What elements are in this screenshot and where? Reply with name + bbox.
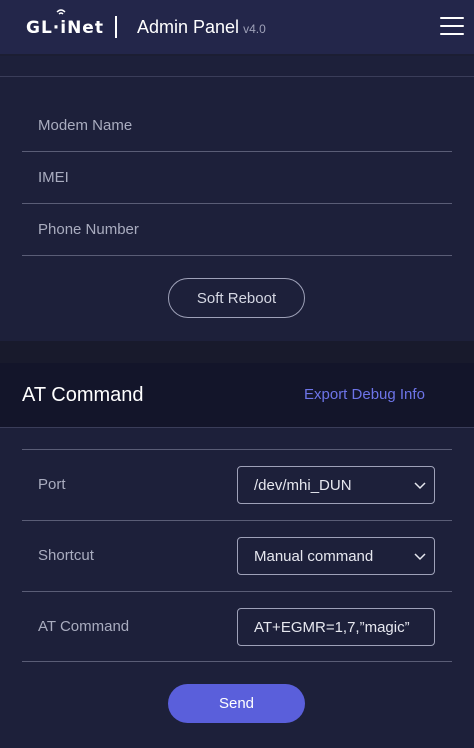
at-command-row: AT Command AT+EGMR=1,7,”magic”	[22, 591, 452, 662]
at-command-header: AT Command Export Debug Info	[0, 363, 474, 427]
section-title: AT Command	[22, 384, 144, 406]
modem-name-label: Modem Name	[38, 117, 133, 134]
phone-number-label: Phone Number	[38, 221, 139, 238]
header-divider	[115, 16, 117, 38]
brand-logo-text: GL·iNet	[26, 18, 104, 38]
imei-row: IMEI	[22, 152, 452, 204]
at-command-input[interactable]: AT+EGMR=1,7,”magic”	[237, 608, 435, 646]
modem-name-row: Modem Name	[22, 100, 452, 152]
port-select-value: /dev/mhi_DUN	[254, 476, 352, 494]
page-title-text: Admin Panel	[137, 17, 240, 37]
shortcut-select-value: Manual command	[254, 547, 374, 565]
port-row: Port /dev/mhi_DUN	[22, 449, 452, 520]
port-label: Port	[38, 476, 66, 493]
card-divider	[0, 427, 474, 428]
brand-logo: GL·iNet	[26, 9, 104, 38]
shortcut-select[interactable]: Manual command	[237, 537, 435, 575]
soft-reboot-button[interactable]: Soft Reboot	[168, 278, 305, 318]
shortcut-label: Shortcut	[38, 547, 94, 564]
phone-number-row: Phone Number	[22, 204, 452, 256]
shortcut-row: Shortcut Manual command	[22, 520, 452, 591]
chevron-down-icon	[414, 482, 426, 490]
export-debug-info-link[interactable]: Export Debug Info	[304, 386, 425, 403]
section-gap	[0, 341, 474, 363]
version-label: v4.0	[243, 22, 266, 36]
page-title: Admin Panel v4.0	[137, 17, 266, 38]
at-command-label: AT Command	[38, 618, 130, 635]
chevron-down-icon	[414, 553, 426, 561]
top-bar: GL·iNet Admin Panel v4.0	[0, 0, 474, 54]
at-command-card: Port /dev/mhi_DUN Shortcut Manual comman…	[0, 427, 474, 748]
wifi-icon	[56, 9, 66, 15]
modem-info-card: Modem Name IMEI Phone Number Soft Reboot	[0, 56, 474, 341]
at-command-input-value: AT+EGMR=1,7,”magic”	[254, 618, 410, 636]
hamburger-menu-icon[interactable]	[440, 17, 464, 37]
card-divider	[0, 76, 474, 77]
imei-label: IMEI	[38, 169, 69, 186]
send-button[interactable]: Send	[168, 684, 305, 723]
port-select[interactable]: /dev/mhi_DUN	[237, 466, 435, 504]
